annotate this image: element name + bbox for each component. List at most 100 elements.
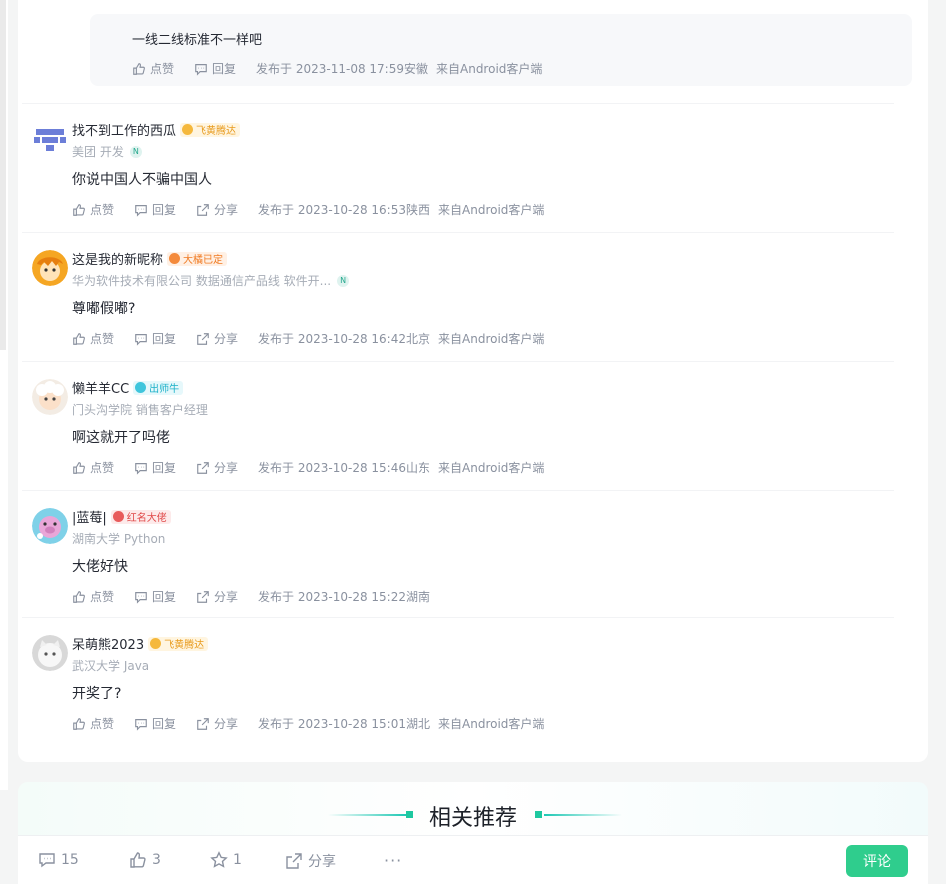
star-count-button[interactable]: 1 <box>210 851 242 869</box>
bottom-action-bar: 15 3 1 分享 ··· 评论 <box>18 835 928 884</box>
author-name[interactable]: 这是我的新昵称 <box>72 249 163 268</box>
thumbs-up-icon <box>73 717 85 730</box>
avatar[interactable] <box>32 379 68 415</box>
author-row: 呆萌熊2023 飞黄腾达 <box>72 634 209 653</box>
author-org: 门头沟学院 销售客户经理 <box>72 403 208 417</box>
comment-icon <box>135 591 147 604</box>
avatar[interactable] <box>32 635 68 671</box>
share-button[interactable]: 分享 <box>196 715 238 732</box>
share-icon <box>197 590 209 603</box>
avatar-cartoon-icon <box>32 250 68 286</box>
comment-text: 尊嘟假嘟? <box>72 301 136 317</box>
thumbs-up-icon <box>73 461 85 474</box>
like-count-button[interactable]: 3 <box>129 851 161 869</box>
author-name[interactable]: 呆萌熊2023 <box>72 634 144 653</box>
level-medal-icon <box>112 511 124 522</box>
reply-actions: 点赞 回复 发布于 2023-11-08 17:59安徽 来自Android客户… <box>132 60 542 77</box>
share-button[interactable]: 分享 <box>196 201 238 218</box>
author-org: 湖南大学 Python <box>72 532 166 546</box>
share-button[interactable]: 分享 <box>285 851 336 871</box>
post-time: 发布于 2023-10-28 16:53陕西 <box>258 203 431 217</box>
comment-actions: 点赞 回复 分享 发布于 2023-10-28 15:46山东 来自Android客户端 <box>72 459 544 476</box>
comment-actions: 点赞 回复 分享 发布于 2023-10-28 16:53陕西 来自Android客户端 <box>72 201 544 218</box>
avatar[interactable] <box>32 250 68 286</box>
author-level-badge: 出师牛 <box>133 380 184 395</box>
avatar[interactable] <box>32 121 68 157</box>
comment-actions: 点赞 回复 分享 发布于 2023-10-28 16:42北京 来自Android客户端 <box>72 330 544 347</box>
n-badge-icon: N <box>337 274 350 287</box>
share-button[interactable]: 分享 <box>196 588 238 605</box>
comment-text: 你说中国人不骗中国人 <box>72 172 212 188</box>
author-row: 这是我的新昵称 大橘已定 <box>72 249 228 268</box>
post-source: 来自Android客户端 <box>438 332 545 346</box>
avatar-pig-icon <box>32 508 68 544</box>
avatar-cat-icon <box>32 635 68 671</box>
author-org: 美团 开发 N <box>72 143 142 160</box>
avatar-sheep-icon <box>32 379 68 415</box>
like-button[interactable]: 点赞 <box>72 201 114 218</box>
reply-button[interactable]: 回复 <box>134 201 176 218</box>
like-button[interactable]: 点赞 <box>132 60 174 77</box>
comment-item: 这是我的新昵称 大橘已定 华为软件技术有限公司 数据通信产品线 软件开... N 尊嘟假… <box>22 232 894 360</box>
like-button[interactable]: 点赞 <box>72 588 114 605</box>
author-level-badge: 飞黄腾达 <box>180 122 241 137</box>
author-level-badge: 大橘已定 <box>167 251 228 266</box>
author-name[interactable]: 懒羊羊CC <box>72 378 129 397</box>
comment-divider <box>22 617 894 618</box>
like-button[interactable]: 点赞 <box>72 715 114 732</box>
star-icon <box>210 851 228 868</box>
comment-actions: 点赞 回复 分享 发布于 2023-10-28 15:22湖南 <box>72 588 438 605</box>
thumbs-up-icon <box>130 852 146 868</box>
reply-button[interactable]: 回复 <box>134 715 176 732</box>
author-name[interactable]: |蓝莓| <box>72 507 107 526</box>
author-row: 找不到工作的西瓜 飞黄腾达 <box>72 120 241 139</box>
more-dots-icon: ··· <box>384 851 403 870</box>
share-icon <box>197 461 209 474</box>
comment-actions: 点赞 回复 分享 发布于 2023-10-28 15:01湖北 来自Android客户端 <box>72 715 544 732</box>
author-row: 懒羊羊CC 出师牛 <box>72 378 184 397</box>
comment-text: 开奖了? <box>72 686 122 702</box>
author-name[interactable]: 找不到工作的西瓜 <box>72 120 176 139</box>
more-button[interactable]: ··· <box>384 851 402 870</box>
n-badge-icon: N <box>129 145 142 158</box>
like-button[interactable]: 点赞 <box>72 459 114 476</box>
reply-button[interactable]: 回复 <box>194 60 236 77</box>
author-level-badge: 飞黄腾达 <box>148 636 209 651</box>
post-time: 发布于 2023-10-28 15:01湖北 <box>258 717 431 731</box>
thumbs-up-icon <box>73 332 85 345</box>
thumbs-up-icon <box>73 203 85 216</box>
recommend-title: 相关推荐 <box>428 806 517 831</box>
post-time: 发布于 2023-10-28 15:22湖南 <box>258 590 431 604</box>
like-button[interactable]: 点赞 <box>72 330 114 347</box>
share-button[interactable]: 分享 <box>196 459 238 476</box>
comment-item: 找不到工作的西瓜 飞黄腾达 美团 开发 N 你说中国人不骗中国人 点赞 回复 分享 发布于 20… <box>22 103 894 231</box>
reply-button[interactable]: 回复 <box>134 459 176 476</box>
post-source: 来自Android客户端 <box>436 62 543 76</box>
comment-item: 懒羊羊CC 出师牛 门头沟学院 销售客户经理 啊这就开了吗佬 点赞 回复 分享 发布于 202… <box>22 361 894 489</box>
share-icon <box>197 717 209 730</box>
reply-button[interactable]: 回复 <box>134 330 176 347</box>
reply-button[interactable]: 回复 <box>134 588 176 605</box>
left-edge-strip <box>0 0 8 790</box>
level-medal-icon <box>150 638 162 649</box>
level-medal-icon <box>182 124 194 135</box>
comment-icon <box>195 63 207 76</box>
comments-count-button[interactable]: 15 <box>38 851 79 869</box>
post-source: 来自Android客户端 <box>438 461 545 475</box>
comment-item: 呆萌熊2023 飞黄腾达武汉大学 Java 开奖了? 点赞 回复 分享 发布于 2023-1… <box>22 617 894 745</box>
author-org: 武汉大学 Java <box>72 659 150 673</box>
author-level-badge: 红名大佬 <box>110 509 171 524</box>
share-icon <box>286 853 302 869</box>
avatar-pixel-icon <box>32 121 68 157</box>
author-row: |蓝莓| 红名大佬 <box>72 507 171 526</box>
post-time: 发布于 2023-10-28 16:42北京 <box>258 332 431 346</box>
level-medal-icon <box>169 253 181 264</box>
post-time: 发布于 2023-11-08 17:59安徽 <box>256 62 428 76</box>
level-medal-icon <box>135 382 147 393</box>
comment-divider <box>22 490 894 491</box>
comment-divider <box>22 361 894 362</box>
share-button[interactable]: 分享 <box>196 330 238 347</box>
comment-button[interactable]: 评论 <box>846 845 908 877</box>
avatar[interactable] <box>32 508 68 544</box>
comment-icon <box>135 462 147 475</box>
